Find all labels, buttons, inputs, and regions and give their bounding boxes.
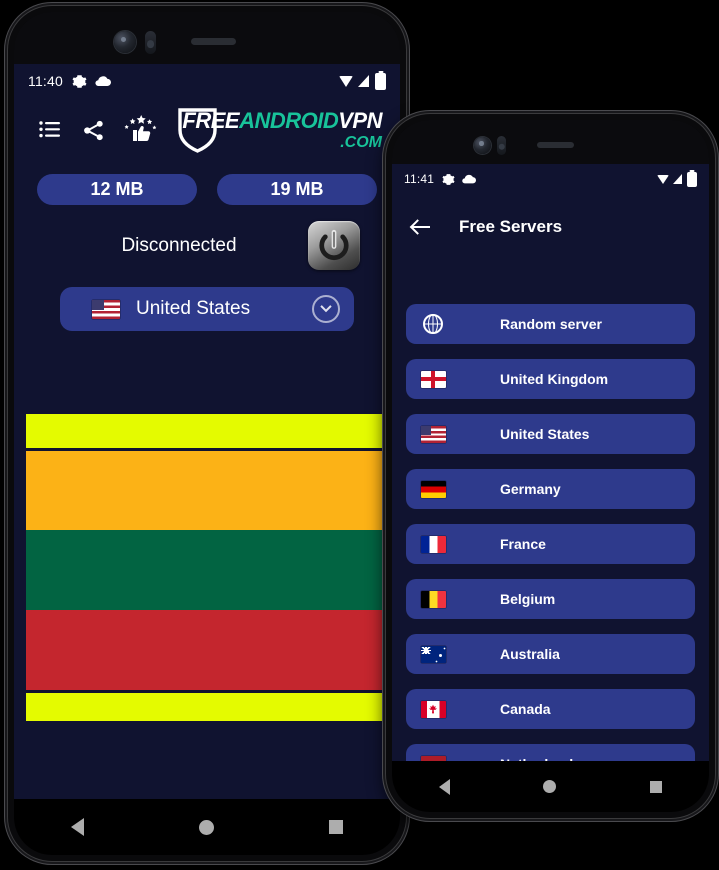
us-flag-icon — [420, 425, 446, 443]
home-nav-button[interactable] — [198, 819, 214, 835]
server-name: Random server — [500, 316, 602, 332]
toolbar-icon-row — [38, 115, 159, 145]
list-item[interactable]: Australia — [406, 634, 695, 674]
power-icon — [319, 229, 349, 261]
promo-banner[interactable] — [26, 414, 399, 721]
list-item[interactable]: United Kingdom — [406, 359, 695, 399]
uk-flag-icon — [420, 370, 446, 388]
logo-free: FREE — [182, 107, 240, 133]
list-item[interactable]: France — [406, 524, 695, 564]
upload-usage-chip[interactable]: 19 MB — [217, 174, 377, 205]
ca-flag-icon — [420, 700, 446, 718]
gear-icon — [442, 173, 455, 185]
logo-com: .COM — [340, 133, 382, 151]
front-camera-icon — [474, 137, 491, 154]
server-name: France — [500, 536, 546, 552]
server-name: Belgium — [500, 591, 556, 607]
banner-band — [26, 414, 399, 448]
list-item[interactable]: Germany — [406, 469, 695, 509]
phone-secondary-inner-bezel: 11:41 Free Servers Random server United … — [392, 120, 709, 812]
fr-flag-icon — [420, 535, 446, 553]
banner-band — [26, 610, 399, 690]
phone-device-main: 11:40 FREEANDROIDVPN .COM 12 MB 19 MB Di… — [8, 6, 406, 861]
us-flag-icon — [92, 299, 120, 319]
banner-band — [26, 451, 399, 530]
proximity-sensor-icon — [145, 31, 156, 54]
phone-secondary-screen: 11:41 Free Servers Random server United … — [392, 164, 709, 761]
connection-row: Disconnected — [14, 221, 400, 270]
be-flag-icon — [420, 590, 446, 608]
status-time: 11:40 — [28, 73, 63, 89]
back-nav-button[interactable] — [71, 818, 85, 836]
home-nav-button[interactable] — [543, 780, 557, 793]
server-selector[interactable]: United States — [60, 287, 354, 331]
share-icon[interactable] — [82, 119, 105, 142]
earpiece-speaker-icon — [537, 142, 574, 148]
phone-device-secondary: 11:41 Free Servers Random server United … — [386, 114, 715, 818]
list-item[interactable]: Canada — [406, 689, 695, 729]
wifi-icon — [657, 174, 669, 184]
signal-icon — [358, 75, 369, 87]
brand-logo: FREEANDROIDVPN .COM — [177, 107, 382, 154]
earpiece-speaker-icon — [191, 38, 236, 45]
banner-band — [26, 530, 399, 610]
battery-icon — [375, 72, 386, 90]
page-title: Free Servers — [459, 217, 563, 236]
chevron-down-icon[interactable] — [312, 295, 340, 323]
banner-band — [26, 693, 399, 721]
front-camera-icon — [114, 31, 136, 53]
cloud-icon — [462, 174, 477, 184]
power-toggle-button[interactable] — [308, 221, 360, 270]
android-navbar-main — [14, 799, 400, 855]
status-bar-main: 11:40 — [14, 64, 400, 98]
upload-usage-value: 19 MB — [270, 179, 324, 199]
phone-main-screen: 11:40 FREEANDROIDVPN .COM 12 MB 19 MB Di… — [14, 64, 400, 799]
phone-main-inner-bezel: 11:40 FREEANDROIDVPN .COM 12 MB 19 MB Di… — [14, 12, 400, 855]
recents-nav-button[interactable] — [328, 820, 343, 834]
rate-icon[interactable] — [123, 115, 159, 145]
list-item[interactable]: Belgium — [406, 579, 695, 619]
server-list[interactable]: Random server United Kingdom United Stat… — [392, 304, 709, 761]
download-usage-value: 12 MB — [90, 179, 144, 199]
app-bar-secondary: Free Servers — [392, 194, 709, 260]
logo-vpn: VPN — [338, 107, 382, 133]
de-flag-icon — [420, 480, 446, 498]
logo-android: ANDROID — [239, 107, 339, 133]
battery-icon — [687, 171, 697, 187]
phone-secondary-notch-area — [392, 120, 709, 164]
brand-wordmark: FREEANDROIDVPN .COM — [182, 107, 382, 151]
back-arrow-icon[interactable] — [410, 216, 432, 238]
download-usage-chip[interactable]: 12 MB — [37, 174, 197, 205]
signal-icon — [673, 174, 682, 184]
app-toolbar: FREEANDROIDVPN .COM — [14, 98, 400, 162]
server-name: Germany — [500, 481, 561, 497]
status-time: 11:41 — [404, 172, 435, 186]
back-nav-button[interactable] — [438, 778, 450, 795]
status-bar-secondary: 11:41 — [392, 164, 709, 194]
wifi-icon — [339, 75, 353, 87]
android-navbar-secondary — [392, 761, 709, 812]
proximity-sensor-icon — [497, 136, 506, 155]
phone-main-notch-area — [14, 12, 400, 64]
selected-server-name: United States — [136, 298, 251, 319]
server-name: United States — [500, 426, 590, 442]
list-item[interactable]: Netherlands — [406, 744, 695, 761]
gear-icon — [72, 74, 87, 88]
cloud-icon — [95, 76, 111, 86]
list-item[interactable]: Random server — [406, 304, 695, 344]
server-name: United Kingdom — [500, 371, 609, 387]
data-usage-row: 12 MB 19 MB — [37, 174, 377, 205]
server-name: Australia — [500, 646, 560, 662]
recents-nav-button[interactable] — [650, 780, 663, 793]
list-icon[interactable] — [38, 118, 62, 142]
au-flag-icon — [420, 645, 446, 663]
globe-icon — [420, 314, 446, 334]
connection-status-label: Disconnected — [121, 234, 237, 256]
server-name: Canada — [500, 701, 551, 717]
list-item[interactable]: United States — [406, 414, 695, 454]
